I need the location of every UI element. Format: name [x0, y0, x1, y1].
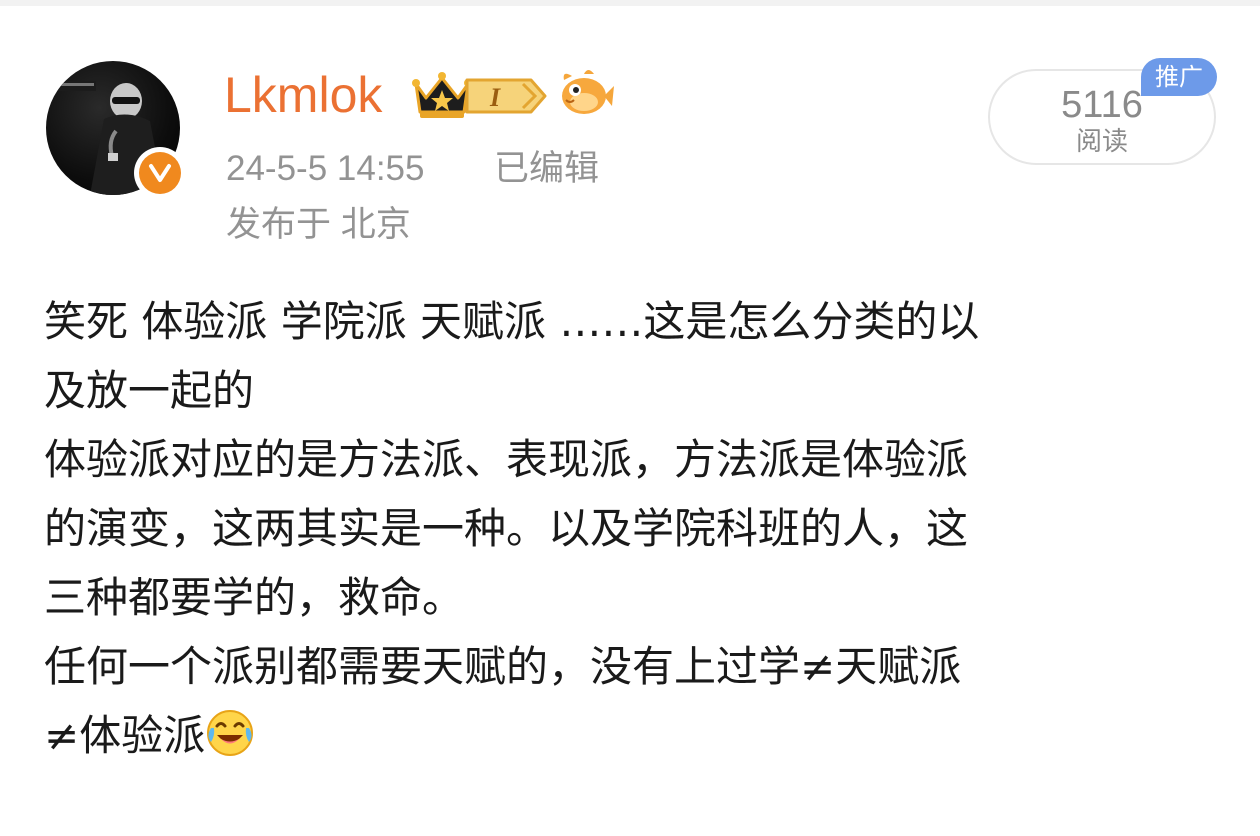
- laughing-crying-emoji-icon: [207, 710, 254, 756]
- post-line: 的演变，这两其实是一种。以及学院科班的人，这: [44, 504, 969, 553]
- post-line: 及放一起的: [44, 366, 255, 415]
- post-line: 笑死 体验派 学院派 天赋派 ……这是怎么分类的以: [44, 297, 980, 346]
- verified-v-icon: [139, 152, 181, 194]
- views-label: 阅读: [1075, 127, 1128, 157]
- post-line: 体验派对应的是方法派、表现派，方法派是体验派: [44, 435, 969, 484]
- post-line-last: ≠体验派: [44, 701, 1224, 770]
- edited-label[interactable]: 已编辑: [494, 147, 599, 191]
- location: 发布于 北京: [226, 205, 411, 244]
- level-badge[interactable]: I: [463, 74, 549, 118]
- post-body: 笑死 体验派 学院派 天赋派 ……这是怎么分类的以 及放一起的 体验派对应的是方…: [44, 287, 1224, 770]
- promo-tag[interactable]: 推广: [1141, 58, 1217, 96]
- timestamp: 24-5-5 14:55: [226, 149, 425, 188]
- verified-badge: [134, 147, 186, 199]
- post-line: 任何一个派别都需要天赋的，没有上过学≠天赋派: [44, 642, 962, 691]
- level-badge-label: I: [489, 83, 501, 112]
- post-line-text: ≠体验派: [44, 711, 206, 760]
- post-line: 三种都要学的，救命。: [44, 573, 465, 622]
- fish-icon[interactable]: [558, 68, 614, 118]
- username[interactable]: Lkmlok: [224, 64, 382, 126]
- top-divider: [0, 0, 1260, 6]
